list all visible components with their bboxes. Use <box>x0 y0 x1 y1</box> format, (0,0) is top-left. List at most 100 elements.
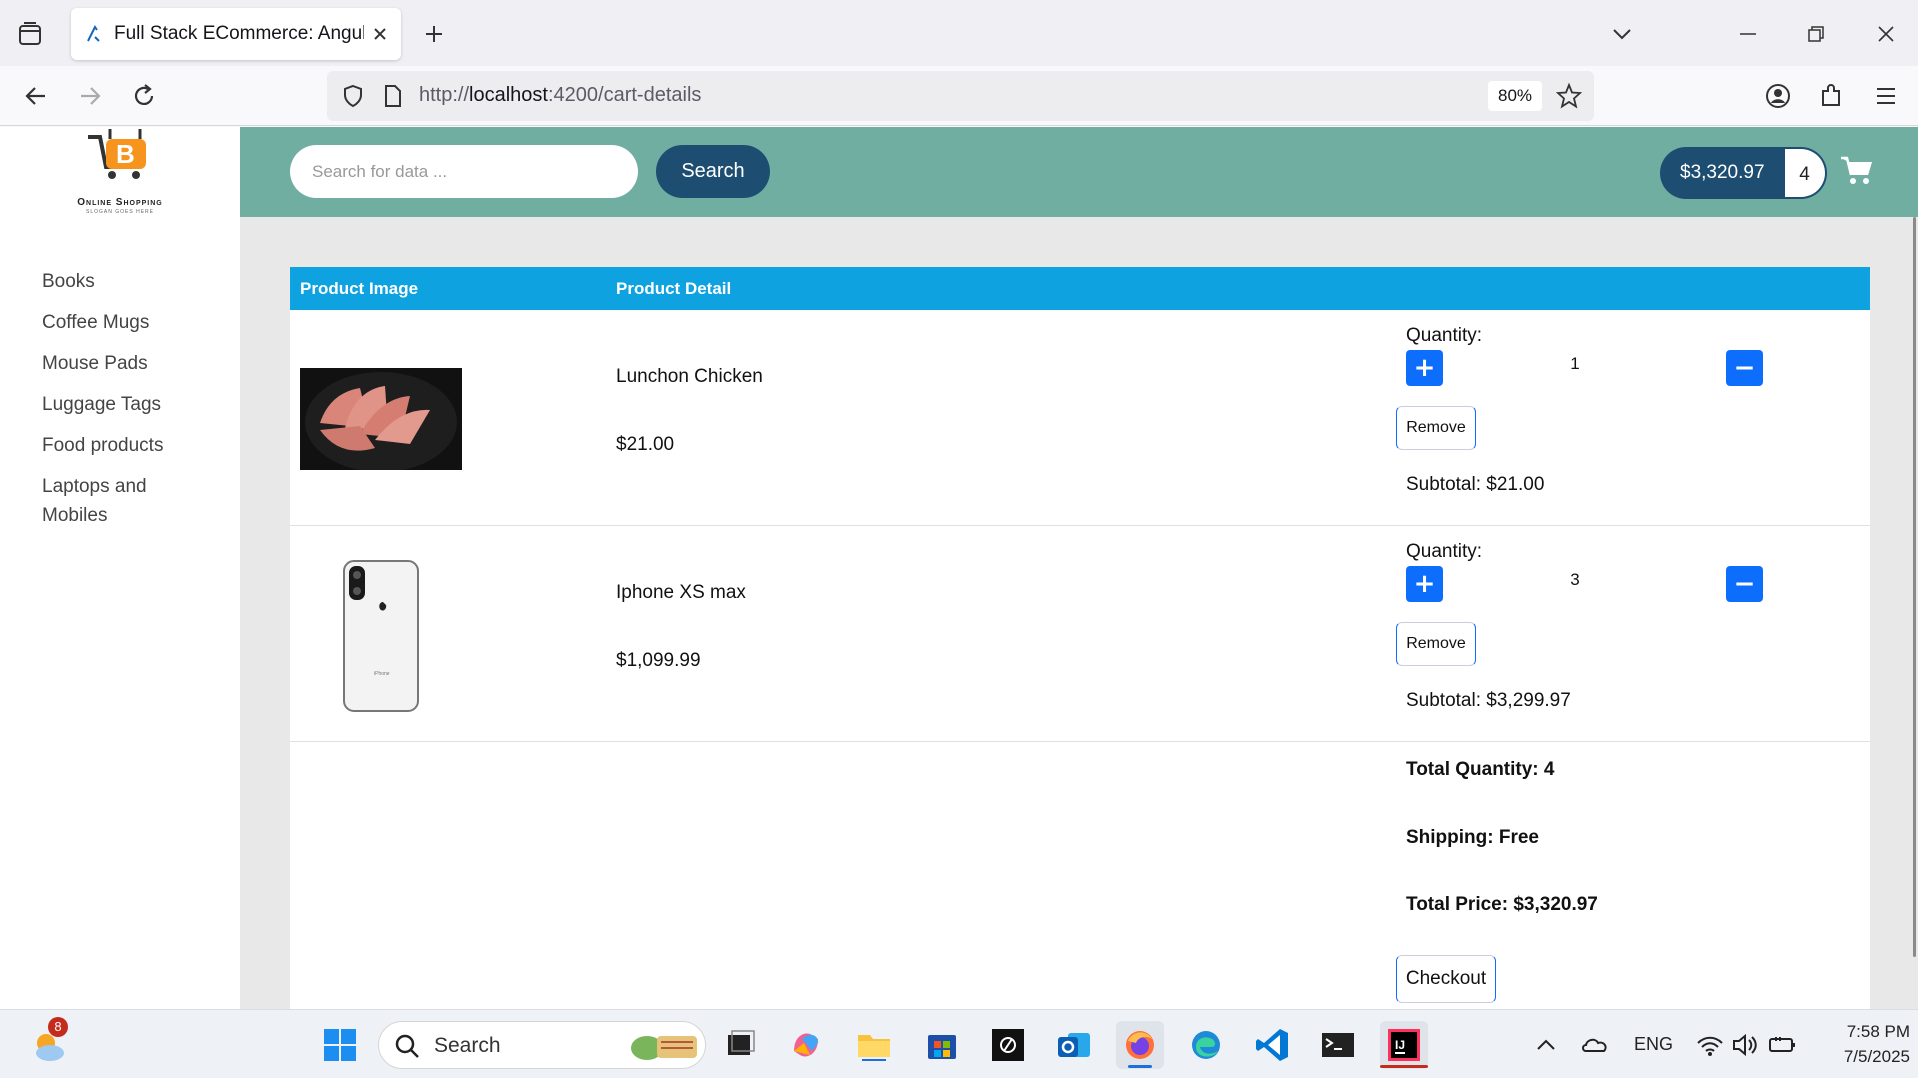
terminal-app-icon[interactable] <box>984 1021 1032 1069</box>
quantity-label: Quantity: <box>1406 325 1483 346</box>
category-item-luggage-tags[interactable]: Luggage Tags <box>42 390 222 419</box>
increment-quantity-button[interactable]: + <box>1406 566 1443 602</box>
copilot-icon[interactable] <box>782 1021 830 1069</box>
logo-slogan: SLOGAN GOES HERE <box>86 209 154 215</box>
category-menu: Books Coffee Mugs Mouse Pads Luggage Tag… <box>42 267 222 542</box>
forward-arrow-icon[interactable] <box>72 78 108 114</box>
taskbar-search-box[interactable]: Search <box>378 1021 706 1069</box>
back-arrow-icon[interactable] <box>18 78 54 114</box>
edge-icon[interactable] <box>1182 1021 1230 1069</box>
language-indicator[interactable]: ENG <box>1634 1034 1673 1055</box>
browser-tab-active[interactable]: Full Stack ECommerce: Angular <box>71 8 401 60</box>
intellij-idea-icon[interactable]: IJ <box>1380 1021 1428 1069</box>
category-item-coffee-mugs[interactable]: Coffee Mugs <box>42 308 222 337</box>
web-page: B Online Shopping SLOGAN GOES HERE Books… <box>0 127 1918 1009</box>
item-subtotal: Subtotal: $21.00 <box>1406 474 1545 495</box>
reload-icon[interactable] <box>126 78 162 114</box>
menu-hamburger-icon[interactable] <box>1868 78 1904 114</box>
battery-icon[interactable] <box>1762 1021 1802 1069</box>
category-item-laptops-and-mobiles[interactable]: Laptops and Mobiles <box>42 472 162 530</box>
search-icon <box>395 1034 419 1058</box>
restore-icon[interactable] <box>1800 18 1832 50</box>
cart-total-price: $3,320.97 <box>1660 147 1785 199</box>
tab-list-icon[interactable] <box>14 18 46 50</box>
decrement-quantity-button[interactable]: − <box>1726 350 1763 386</box>
svg-text:IJ: IJ <box>1395 1038 1405 1052</box>
item-subtotal: Subtotal: $3,299.97 <box>1406 690 1571 711</box>
clock-date: 7/5/2025 <box>1843 1047 1910 1066</box>
scrollbar-thumb[interactable] <box>1913 217 1916 957</box>
zoom-level-badge[interactable]: 80% <box>1488 81 1542 111</box>
quantity-value: 1 <box>1570 354 1580 373</box>
shopping-cart-icon[interactable] <box>1840 155 1874 185</box>
file-explorer-icon[interactable] <box>850 1021 898 1069</box>
remove-item-button[interactable]: Remove <box>1396 406 1476 450</box>
extensions-puzzle-icon[interactable] <box>1814 78 1850 114</box>
sidebar: B Online Shopping SLOGAN GOES HERE Books… <box>0 127 240 1009</box>
onedrive-cloud-icon[interactable] <box>1576 1021 1616 1069</box>
page-info-icon[interactable] <box>382 84 404 108</box>
plus-icon: + <box>1413 569 1436 599</box>
product-name: Iphone XS max <box>616 582 746 603</box>
bookmark-star-icon[interactable] <box>1555 82 1583 110</box>
wifi-icon[interactable] <box>1690 1021 1730 1069</box>
minus-icon: − <box>1733 353 1756 383</box>
cart-status[interactable]: $3,320.97 4 <box>1660 147 1827 199</box>
clock-time: 7:58 PM <box>1846 1022 1910 1041</box>
tracking-shield-icon[interactable] <box>341 84 365 108</box>
system-clock[interactable]: 7:58 PM 7/5/2025 <box>1800 1019 1910 1069</box>
task-view-icon[interactable] <box>716 1021 764 1069</box>
product-price: $21.00 <box>616 434 675 455</box>
windows-taskbar: 8 Search IJ ENG 7:58 PM 7/5/2025 <box>0 1009 1918 1078</box>
url-prefix: http:// <box>419 84 470 106</box>
table-header: Product Image Product Detail <box>290 267 1870 310</box>
url-path: :4200/cart-details <box>547 84 702 106</box>
logo-text: Online Shopping <box>77 197 163 208</box>
vscode-icon[interactable] <box>1248 1021 1296 1069</box>
product-image-iphone-xs-max: iPhone <box>343 560 419 712</box>
angular-favicon-icon <box>85 24 105 44</box>
account-icon[interactable] <box>1760 78 1796 114</box>
column-header-product-image: Product Image <box>300 279 419 298</box>
quantity-value: 3 <box>1570 570 1580 589</box>
category-item-mouse-pads[interactable]: Mouse Pads <box>42 349 222 378</box>
total-quantity: Total Quantity: 4 <box>1406 759 1555 780</box>
search-input[interactable] <box>290 145 638 198</box>
checkout-button[interactable]: Checkout <box>1396 955 1496 1003</box>
new-tab-icon[interactable] <box>418 18 450 50</box>
category-item-books[interactable]: Books <box>42 267 222 296</box>
volume-icon[interactable] <box>1726 1021 1766 1069</box>
tab-overflow-chevron-icon[interactable] <box>1606 18 1638 50</box>
cart-item-row: Lunchon Chicken $21.00 Quantity: + 1 − R… <box>290 310 1870 526</box>
page-header: Search $3,320.97 4 <box>240 127 1918 217</box>
show-hidden-icons-chevron-icon[interactable] <box>1526 1021 1566 1069</box>
product-image-lunchon-chicken <box>300 368 462 472</box>
outlook-icon[interactable] <box>1050 1021 1098 1069</box>
cart-details-table: Product Image Product Detail Lunchon Chi… <box>290 267 1870 1009</box>
weather-icon[interactable]: 8 <box>26 1017 74 1069</box>
minus-icon: − <box>1733 569 1756 599</box>
increment-quantity-button[interactable]: + <box>1406 350 1443 386</box>
column-header-product-detail: Product Detail <box>616 279 732 298</box>
firefox-icon[interactable] <box>1116 1021 1164 1069</box>
decrement-quantity-button[interactable]: − <box>1726 566 1763 602</box>
tab-title: Full Stack ECommerce: Angular <box>114 23 364 44</box>
close-window-icon[interactable] <box>1870 18 1902 50</box>
browser-tab-bar: Full Stack ECommerce: Angular <box>0 0 1918 66</box>
quantity-label: Quantity: <box>1406 541 1483 562</box>
search-button[interactable]: Search <box>656 145 770 198</box>
command-prompt-icon[interactable] <box>1314 1021 1362 1069</box>
svg-text:iPhone: iPhone <box>374 671 390 677</box>
taskbar-search-label: Search <box>434 1034 501 1057</box>
category-item-food-products[interactable]: Food products <box>42 431 222 460</box>
total-price: Total Price: $3,320.97 <box>1406 894 1598 915</box>
page-scrollbar[interactable] <box>1911 217 1918 957</box>
remove-item-button[interactable]: Remove <box>1396 622 1476 666</box>
url-text[interactable]: http://localhost:4200/cart-details <box>419 84 701 107</box>
windows-start-icon[interactable] <box>316 1021 364 1069</box>
logo[interactable]: B Online Shopping SLOGAN GOES HERE <box>42 127 198 219</box>
close-tab-icon[interactable] <box>367 21 393 47</box>
microsoft-store-icon[interactable] <box>918 1021 966 1069</box>
minimize-icon[interactable] <box>1732 18 1764 50</box>
url-bar[interactable]: http://localhost:4200/cart-details 80% <box>327 71 1594 121</box>
